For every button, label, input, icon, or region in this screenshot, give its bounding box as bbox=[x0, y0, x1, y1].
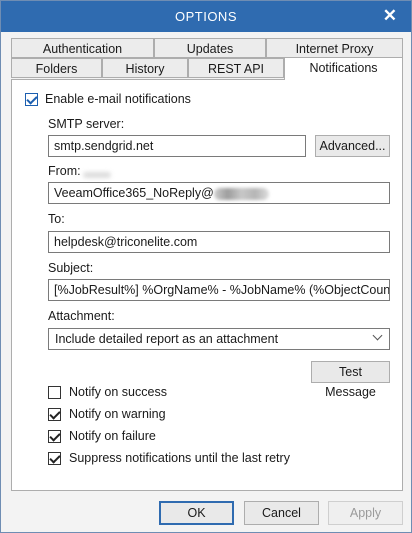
enable-notifications-checkbox[interactable] bbox=[25, 93, 38, 106]
to-label: To: bbox=[48, 212, 65, 226]
tab-authentication[interactable]: Authentication bbox=[11, 38, 154, 58]
to-input[interactable]: helpdesk@triconelite.com bbox=[48, 231, 390, 253]
chevron-down-icon bbox=[372, 330, 383, 341]
notify-warning-label: Notify on warning bbox=[69, 407, 166, 421]
test-message-button[interactable]: Test Message bbox=[311, 361, 390, 399]
cancel-button[interactable]: Cancel bbox=[244, 501, 319, 525]
subject-label: Subject: bbox=[48, 261, 94, 275]
redacted-mark bbox=[83, 172, 111, 178]
notify-failure-checkbox[interactable] bbox=[48, 430, 61, 443]
attachment-select[interactable]: Include detailed report as an attachment bbox=[48, 328, 390, 350]
notify-failure-label: Notify on failure bbox=[69, 429, 156, 443]
smtp-server-label: SMTP server: bbox=[48, 117, 125, 131]
notify-warning-checkbox[interactable] bbox=[48, 408, 61, 421]
apply-button[interactable]: Apply bbox=[328, 501, 403, 525]
advanced-button[interactable]: Advanced... bbox=[315, 135, 390, 157]
ok-button[interactable]: OK bbox=[159, 501, 234, 525]
enable-notifications-label: Enable e-mail notifications bbox=[45, 92, 191, 106]
smtp-server-input[interactable]: smtp.sendgrid.net bbox=[48, 135, 306, 157]
suppress-notifications-checkbox[interactable] bbox=[48, 452, 61, 465]
attachment-value: Include detailed report as an attachment bbox=[55, 332, 279, 346]
close-icon[interactable]: ✕ bbox=[383, 6, 397, 26]
notify-success-checkbox[interactable] bbox=[48, 386, 61, 399]
from-input[interactable]: VeeamOffice365_NoReply@ bbox=[48, 182, 390, 204]
dialog-title: OPTIONS bbox=[174, 9, 237, 24]
tab-folders[interactable]: Folders bbox=[11, 58, 102, 78]
from-label: From: bbox=[48, 164, 81, 178]
tab-updates[interactable]: Updates bbox=[154, 38, 266, 58]
tab-history[interactable]: History bbox=[102, 58, 188, 78]
tab-internet-proxy[interactable]: Internet Proxy bbox=[266, 38, 403, 58]
options-dialog: OPTIONS ✕ Authentication Updates Interne… bbox=[0, 0, 412, 533]
tab-rest-api[interactable]: REST API bbox=[188, 58, 284, 78]
suppress-notifications-label: Suppress notifications until the last re… bbox=[69, 451, 290, 465]
notify-success-label: Notify on success bbox=[69, 385, 167, 399]
redacted-blur bbox=[213, 187, 269, 200]
attachment-label: Attachment: bbox=[48, 309, 115, 323]
tab-notifications[interactable]: Notifications bbox=[284, 57, 403, 80]
from-value: VeeamOffice365_NoReply@ bbox=[54, 186, 214, 200]
title-bar: OPTIONS ✕ bbox=[1, 1, 411, 32]
subject-input[interactable]: [%JobResult%] %OrgName% - %JobName% (%Ob… bbox=[48, 279, 390, 301]
